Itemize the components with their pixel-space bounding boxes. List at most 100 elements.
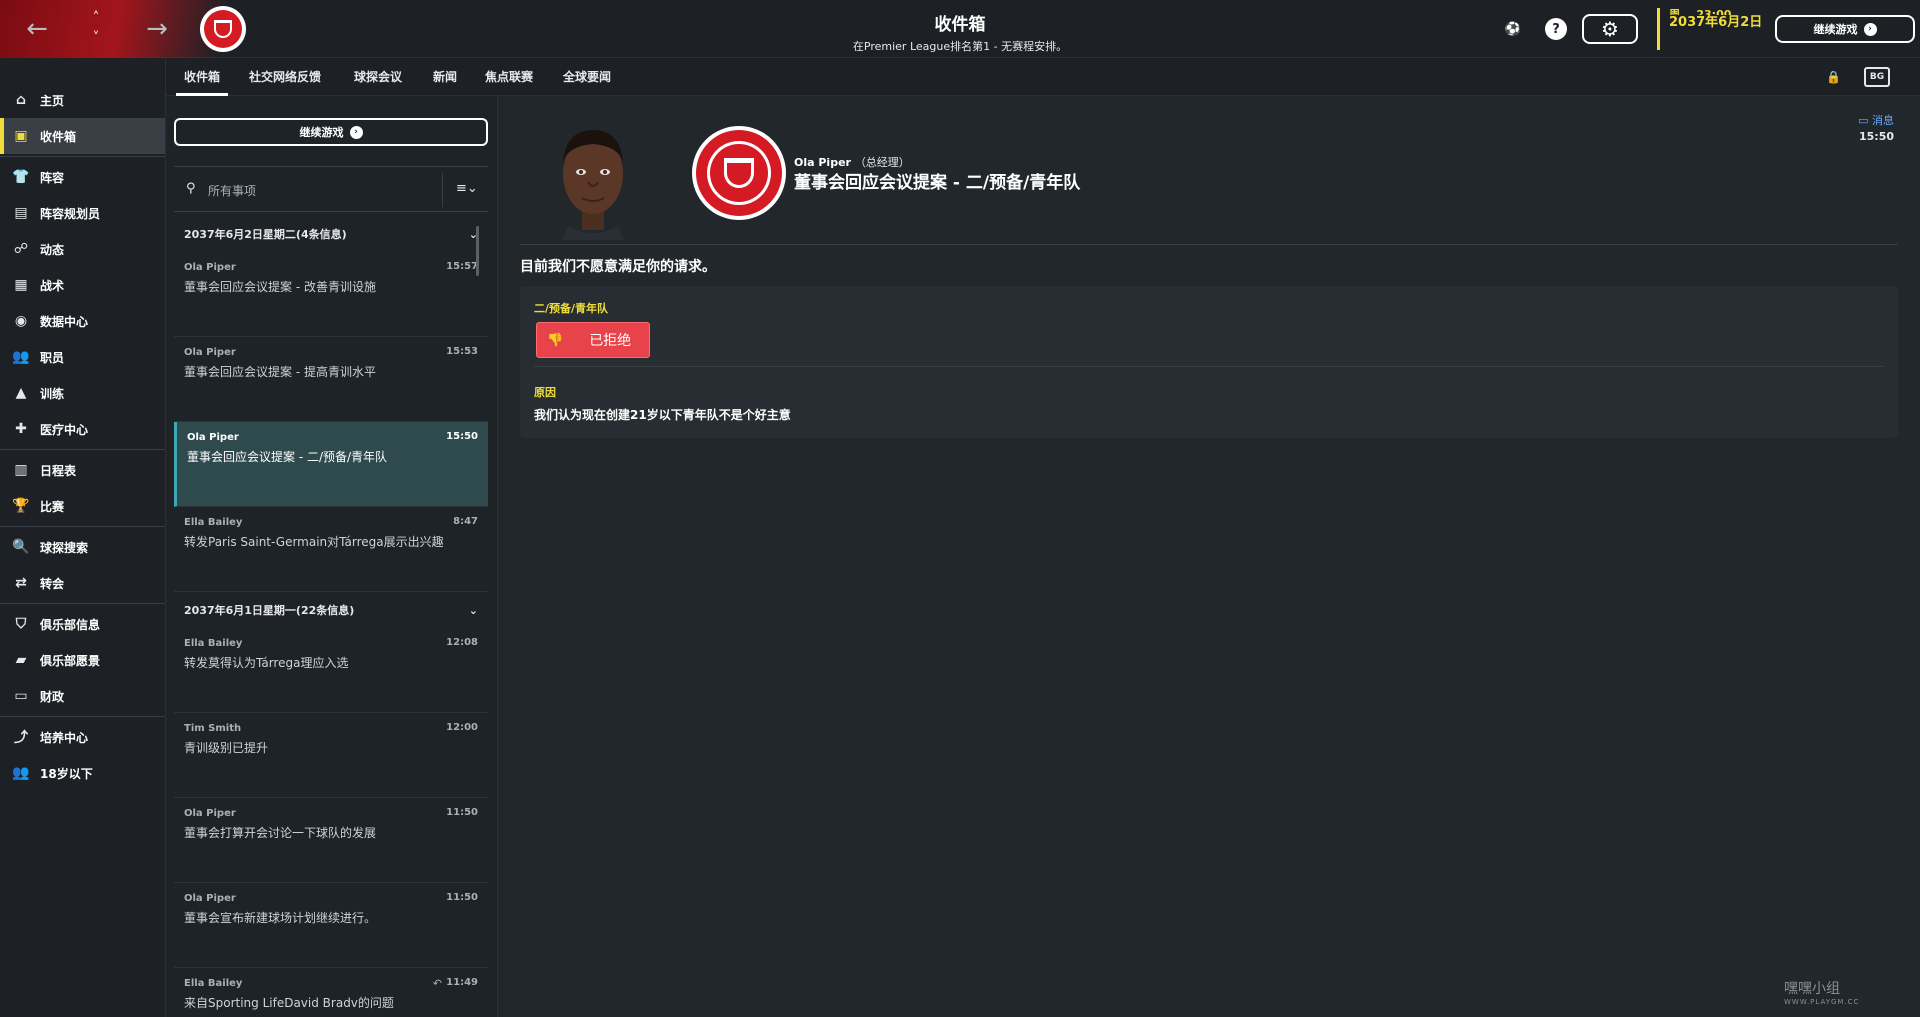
sidebar-item-u18[interactable]: 👥 18岁以下 [0,755,165,791]
list-item[interactable]: Ola Piper 11:50 董事会宣布新建球场计划继续进行。 [174,883,488,968]
squad-icon: 👕 [12,169,30,185]
sidebar-item-competitions[interactable]: 🏆 比赛 [0,488,165,524]
list-item[interactable]: Ella Bailey ↶ 11:49 来自Sporting LifeDavid… [174,968,488,1017]
message-time: 15:53 [446,346,478,357]
chevron-up-icon[interactable]: ˄ [86,8,106,28]
continue-button-top[interactable]: 继续游戏 › [1775,15,1915,43]
sidebar-item-squad[interactable]: 👕 阵容 [0,159,165,195]
watermark-sub: WWW.PLAYGM.CC [1784,998,1860,1006]
message-time: 12:00 [446,722,478,733]
sidebar-item-schedule[interactable]: ▥ 日程表 [0,452,165,488]
message-time: 8:47 [453,516,478,527]
data-hub-icon: ◉ [14,313,28,329]
detail-subject: 董事会回应会议提案 - 二/预备/青年队 [794,173,1081,193]
sidebar-item-inbox[interactable]: ▣ 收件箱 [0,118,165,154]
settings-button[interactable]: ⚙ [1582,14,1638,44]
lock-icon[interactable]: 🔒 [1826,70,1841,84]
sidebar-item-label: 俱乐部信息 [40,617,101,632]
top-bar: ← ˄ ˅ → 收件箱 在Premier League排名第1 - 无赛程安排。… [0,0,1920,58]
sidebar-item-data-hub[interactable]: ◉ 数据中心 [0,303,165,339]
home-icon: ⌂ [15,92,27,108]
sidebar-item-label: 阵容 [40,170,65,185]
sidebar-item-label: 比赛 [40,499,65,514]
globe-icon[interactable]: ⚽ [1502,18,1524,40]
sidebar-item-development[interactable]: ⤴ 培养中心 [0,719,165,755]
tab-scout-meeting[interactable]: 球探会议 [354,58,402,96]
list-item[interactable]: Ola Piper 11:50 董事会打算开会讨论一下球队的发展 [174,798,488,883]
chevron-down-icon[interactable]: ˅ [86,28,106,48]
list-item[interactable]: Ella Bailey 8:47 转发Paris Saint-Germain对T… [174,507,488,592]
game-date[interactable]: 周... 23:00 2037年6月2日 [1657,8,1777,50]
section-label: 二/预备/青年队 [534,302,609,315]
tab-news[interactable]: 新闻 [433,58,457,96]
message-sender: Tim Smith [184,723,242,734]
sidebar-item-club-info[interactable]: ⛉ 俱乐部信息 [0,606,165,642]
message-sender: Ola Piper [184,347,236,358]
calendar-icon: ▥ [14,462,28,478]
response-card: 二/预备/青年队 👎 已拒绝 原因 我们认为现在创建21岁以下青年队不是个好主意 [520,286,1898,438]
message-sender: Ola Piper [187,432,239,443]
development-icon: ⤴ [14,730,28,746]
status-label: 已拒绝 [589,333,632,349]
sidebar-item-finances[interactable]: ▭ 财政 [0,678,165,714]
sidebar-item-scouting[interactable]: 🔍 球探搜索 [0,529,165,565]
list-item[interactable]: Ella Bailey 12:08 转发莫得认为Tárrega理应入选 [174,628,488,713]
message-time: 15:50 [446,431,478,442]
sidebar-item-transfers[interactable]: ⇄ 转会 [0,565,165,601]
sidebar-item-club-vision[interactable]: ▰ 俱乐部愿景 [0,642,165,678]
staff-icon: 👥 [12,349,30,365]
arrow-right-icon: › [349,125,363,139]
tactics-icon: ▦ [14,277,28,293]
sidebar-item-label: 动态 [40,242,65,257]
tab-inbox[interactable]: 收件箱 [175,58,229,96]
message-body: 目前我们不愿意满足你的请求。 [520,259,716,275]
page-title: 收件箱 [934,15,986,35]
message-subject: 董事会回应会议提案 - 提高青训水平 [184,365,376,379]
sidebar-item-home[interactable]: ⌂ 主页 [0,82,165,118]
sidebar-item-label: 医疗中心 [40,422,89,437]
search-input[interactable]: 所有事项 [208,182,256,199]
tab-world-news[interactable]: 全球要闻 [563,58,611,96]
back-arrow-icon[interactable]: ← [22,14,52,44]
continue-button[interactable]: 继续游戏 › [174,118,488,146]
message-type-tag: ▭ 消息 15:50 [1858,112,1894,143]
sidebar-item-staff[interactable]: 👥 职员 [0,339,165,375]
tab-social-feedback[interactable]: 社交网络反馈 [249,58,321,96]
watermark-text: 嘿嘿小组 [1784,981,1840,997]
club-logo[interactable] [200,6,246,52]
sidebar-item-dynamics[interactable]: ☍ 动态 [0,231,165,267]
tab-focus-league[interactable]: 焦点联赛 [485,58,533,96]
list-item-selected[interactable]: Ola Piper 15:50 董事会回应会议提案 - 二/预备/青年队 [174,422,488,507]
message-list: 2037年6月2日星期二(4条信息) ⌄ Ola Piper 15:57 董事会… [174,216,488,1017]
date-group-header[interactable]: 2037年6月2日星期二(4条信息) ⌄ [174,216,488,252]
date-group-header[interactable]: 2037年6月1日星期一(22条信息) ⌄ [174,592,488,628]
message-sender: Ola Piper [184,262,236,273]
sort-menu-icon[interactable]: ≡⌄ [456,181,478,196]
list-item[interactable]: Ola Piper 15:53 董事会回应会议提案 - 提高青训水平 [174,337,488,422]
inbox-list-panel: 继续游戏 › ⚲ 所有事项 ≡⌄ 2037年6月2日星期二(4条信息) ⌄ Ol… [166,96,498,1017]
message-sender: Ella Bailey [184,638,243,649]
message-time: 12:08 [446,637,478,648]
sidebar-item-tactics[interactable]: ▦ 战术 [0,267,165,303]
sidebar-item-training[interactable]: ▲ 训练 [0,375,165,411]
club-badge[interactable] [692,126,786,220]
background-toggle-icon[interactable]: BG [1864,67,1890,87]
sidebar-item-label: 收件箱 [40,129,77,144]
chevron-down-icon[interactable]: ⌄ [469,604,478,617]
arrow-right-icon: › [1863,22,1877,36]
message-time: 11:50 [446,807,478,818]
up-down-nav[interactable]: ˄ ˅ [86,8,106,48]
list-item[interactable]: Tim Smith 12:00 青训级别已提升 [174,713,488,798]
game-date-text: 2037年6月2日 [1669,15,1763,30]
trophy-icon: 🏆 [12,498,30,514]
sidebar-item-medical[interactable]: ✚ 医疗中心 [0,411,165,447]
manager-portrait[interactable] [538,116,648,240]
help-icon[interactable]: ? [1545,18,1567,40]
sidebar-item-label: 财政 [40,689,65,704]
message-subject: 青训级别已提升 [184,741,269,755]
list-item[interactable]: Ola Piper 15:57 董事会回应会议提案 - 改善青训设施 [174,252,488,337]
sidebar-item-squad-planner[interactable]: ▤ 阵容规划员 [0,195,165,231]
forward-arrow-icon[interactable]: → [142,14,172,44]
clipboard-icon: ▤ [14,205,28,221]
list-scrollbar[interactable] [476,226,479,276]
